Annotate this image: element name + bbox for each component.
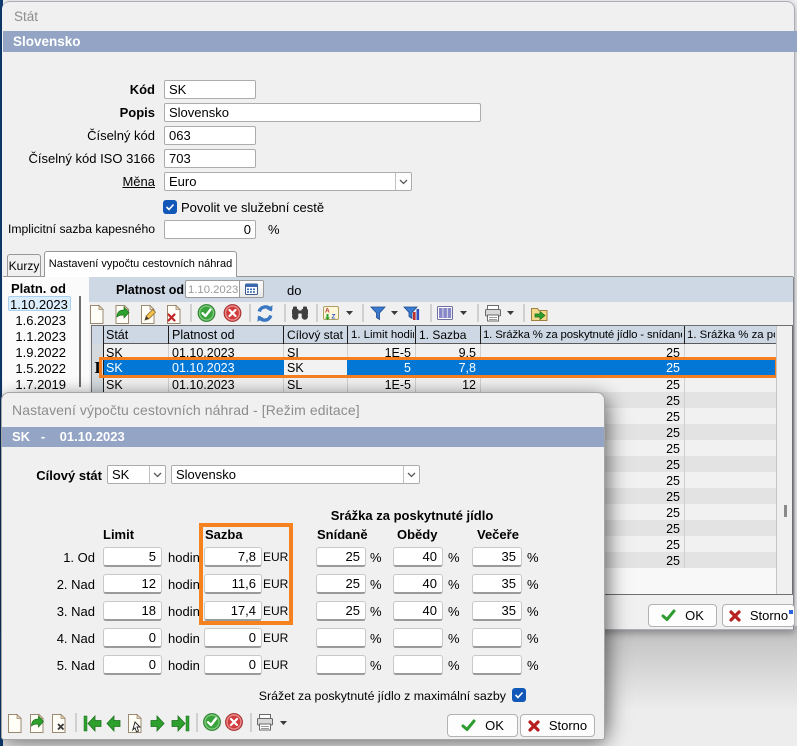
- svg-text:Z: Z: [332, 314, 336, 321]
- svg-text:A: A: [325, 308, 330, 315]
